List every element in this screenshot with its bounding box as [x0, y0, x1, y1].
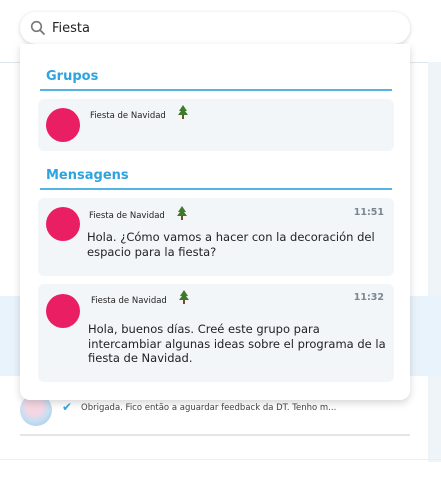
search-input[interactable]	[52, 17, 392, 39]
group-name: Fiesta de Navidad	[90, 111, 166, 121]
avatar	[46, 108, 80, 142]
message-text: Hola, buenos días. Creé este grupo para …	[88, 322, 386, 365]
christmas-tree-icon	[178, 105, 188, 119]
group-result-item[interactable]: Fiesta de Navidad	[38, 99, 394, 151]
background-side-panel	[428, 62, 441, 462]
christmas-tree-icon	[179, 290, 189, 304]
search-bar[interactable]	[20, 12, 410, 44]
message-time: 11:32	[353, 292, 384, 303]
message-time: 11:51	[353, 207, 384, 218]
message-result-item[interactable]: Fiesta de Navidad 11:51 Hola. ¿Cómo vamo…	[38, 198, 394, 276]
messages-section-title: Mensagens	[46, 168, 129, 183]
message-chat-name: Fiesta de Navidad	[89, 211, 165, 221]
search-icon	[30, 20, 45, 35]
groups-section-title: Grupos	[46, 69, 99, 84]
section-divider	[40, 188, 392, 190]
section-divider	[40, 89, 392, 91]
avatar	[46, 294, 80, 328]
chat-preview-text: Obrigada. Fico então a aguardar feedback…	[78, 401, 340, 415]
check-icon: ✔	[62, 400, 73, 414]
avatar	[46, 207, 80, 241]
message-result-item[interactable]: Fiesta de Navidad 11:32 Hola, buenos día…	[38, 284, 394, 382]
message-chat-name: Fiesta de Navidad	[91, 296, 167, 306]
message-text: Hola. ¿Cómo vamos a hacer con la decorac…	[87, 230, 375, 259]
background-divider	[20, 434, 410, 436]
christmas-tree-icon	[177, 206, 187, 220]
search-results-dropdown: Grupos Fiesta de Navidad Mensagens Fiest…	[20, 44, 410, 400]
background-divider	[0, 459, 441, 460]
